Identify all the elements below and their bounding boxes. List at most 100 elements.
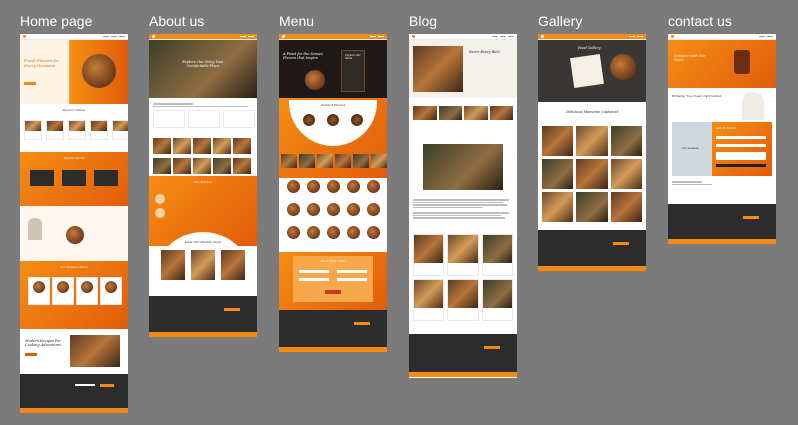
booking-time-field[interactable] — [337, 278, 367, 281]
gallery-item[interactable] — [576, 126, 608, 156]
blog-hero-image — [413, 46, 463, 92]
menu-footer — [279, 310, 387, 347]
menu-dish-item[interactable] — [305, 226, 321, 244]
home-blog-button[interactable] — [25, 353, 37, 356]
menu-dish-item[interactable] — [365, 226, 381, 244]
curated-dish[interactable] — [327, 114, 339, 126]
about-copyright-bar — [149, 332, 257, 337]
home-page-frame[interactable]: Fresh Flavors for Every Occasion Popular… — [20, 34, 128, 413]
contact-map[interactable]: Our Location — [672, 122, 712, 176]
menu-dish-item[interactable] — [345, 226, 361, 244]
gallery-item[interactable] — [610, 192, 642, 222]
dish-card[interactable] — [24, 120, 42, 140]
menu-card[interactable] — [52, 277, 74, 305]
booking-date-field[interactable] — [299, 278, 329, 281]
contact-page-frame[interactable]: Connect with Our Team Bringing You Close… — [668, 34, 776, 244]
info-card — [153, 110, 185, 128]
contact-footer — [668, 204, 776, 239]
dish-card[interactable] — [68, 120, 86, 140]
hero-dish-image — [82, 54, 116, 88]
popular-dishes-row — [24, 120, 128, 140]
booking-email-field[interactable] — [337, 270, 367, 273]
frame-label-about: About us — [149, 13, 205, 29]
team-member-card[interactable] — [221, 250, 245, 280]
menu-dish-item[interactable] — [285, 203, 301, 221]
special-card[interactable] — [30, 170, 54, 186]
blog-post-card[interactable] — [413, 234, 445, 276]
menu-curated-section: Curated Flavors — [279, 98, 387, 178]
gallery-item[interactable] — [576, 159, 608, 189]
subscribe-button[interactable] — [613, 242, 629, 245]
booking-submit-button[interactable] — [325, 290, 341, 294]
about-footer — [149, 296, 257, 332]
gallery-page-frame[interactable]: Food Gallery Delicious Moments Captured — [538, 34, 646, 271]
gallery-item[interactable] — [610, 126, 642, 156]
menu-dish-item[interactable] — [305, 180, 321, 198]
gallery-item[interactable] — [610, 159, 642, 189]
menu-dish-item[interactable] — [365, 203, 381, 221]
home-services-title: Our Popular Menu — [59, 265, 89, 269]
menu-category-strip — [281, 154, 387, 168]
burger-image — [305, 70, 325, 90]
blog-post-card[interactable] — [413, 279, 445, 321]
subscribe-button[interactable] — [484, 346, 500, 349]
booking-form: Book Your Table — [293, 256, 373, 302]
blog-post-card[interactable] — [447, 234, 479, 276]
contact-email-field[interactable] — [716, 144, 766, 147]
subscribe-button[interactable] — [224, 308, 240, 311]
menu-copyright-bar — [279, 347, 387, 352]
home-hero-button[interactable] — [24, 82, 36, 85]
subscribe-button[interactable] — [743, 216, 759, 219]
menu-dish-item[interactable] — [345, 203, 361, 221]
gallery-item[interactable] — [542, 159, 574, 189]
contact-name-field[interactable] — [716, 136, 766, 139]
chef-image — [28, 218, 42, 240]
dish-card[interactable] — [46, 120, 64, 140]
special-card[interactable] — [62, 170, 86, 186]
blog-page-frame[interactable]: Savor Every Bite! — [409, 34, 517, 378]
gallery-item[interactable] — [542, 192, 574, 222]
menu-card[interactable] — [100, 277, 122, 305]
menu-dish-item[interactable] — [345, 180, 361, 198]
menu-card[interactable] — [76, 277, 98, 305]
menu-dish-item[interactable] — [325, 203, 341, 221]
blog-post-card[interactable] — [481, 234, 513, 276]
team-member-card[interactable] — [191, 250, 215, 280]
booking-title: Book Your Table — [320, 259, 346, 263]
home-special-section: Special Deals — [20, 152, 128, 206]
team-member-card[interactable] — [161, 250, 185, 280]
gallery-item[interactable] — [542, 126, 574, 156]
home-blog-section: Modern Recipes For Cooking Adventures — [20, 329, 128, 379]
contact-message-field[interactable] — [716, 152, 766, 160]
home-menu-section: Our Popular Menu — [20, 261, 128, 329]
menu-dish-item[interactable] — [285, 180, 301, 198]
menu-dish-item[interactable] — [365, 180, 381, 198]
blog-copyright-bar — [409, 372, 517, 377]
menu-dish-item[interactable] — [325, 180, 341, 198]
dish-card[interactable] — [112, 120, 128, 140]
menu-dish-item[interactable] — [305, 203, 321, 221]
about-page-frame[interactable]: Explore Our Story Your Comfortable Place… — [149, 34, 257, 337]
dish-card[interactable] — [90, 120, 108, 140]
special-card[interactable] — [94, 170, 118, 186]
testimonial-avatar — [155, 194, 165, 204]
menu-card[interactable] — [28, 277, 50, 305]
subscribe-button[interactable] — [100, 384, 114, 387]
curated-panel: Curated Flavors — [289, 100, 377, 146]
blog-featured-image[interactable] — [423, 144, 503, 190]
menu-grid — [285, 180, 381, 244]
gallery-item[interactable] — [576, 192, 608, 222]
menu-dish-item[interactable] — [325, 226, 341, 244]
booking-name-field[interactable] — [299, 270, 329, 273]
blog-post-card[interactable] — [447, 279, 479, 321]
menu-page-frame[interactable]: A Feast for the Senses Flavors that Insp… — [279, 34, 387, 352]
blog-post-card[interactable] — [481, 279, 513, 321]
contact-submit-button[interactable] — [716, 164, 766, 167]
frame-label-blog: Blog — [409, 13, 438, 29]
gallery-grid — [542, 126, 642, 222]
menu-dish-item[interactable] — [285, 226, 301, 244]
home-hero: Fresh Flavors for Every Occasion — [20, 40, 128, 104]
curated-dish[interactable] — [351, 114, 363, 126]
subscribe-button[interactable] — [354, 322, 370, 325]
curated-dish[interactable] — [303, 114, 315, 126]
